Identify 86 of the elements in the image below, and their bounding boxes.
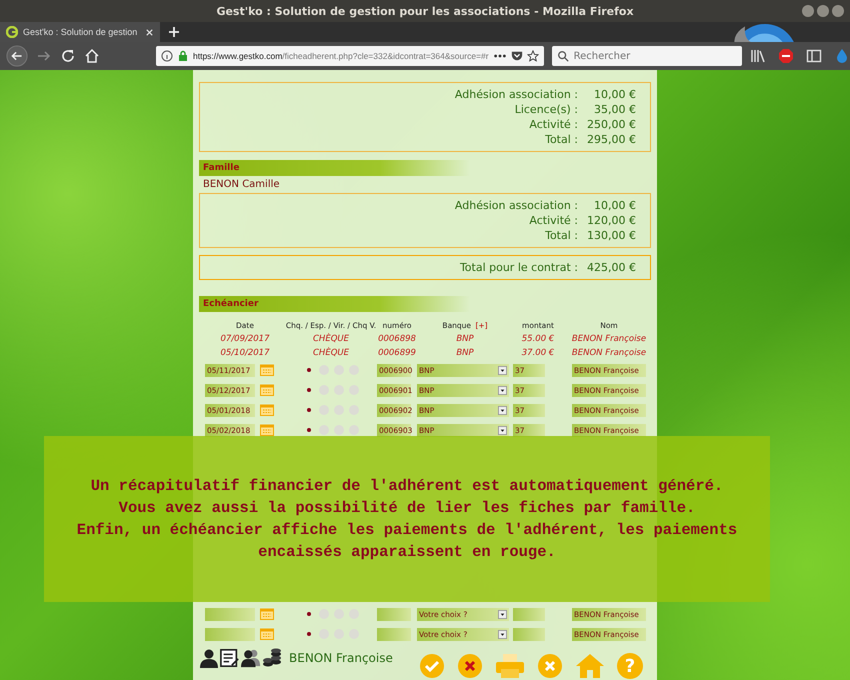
summary-amount: 250,00 € [586,117,636,132]
payment-mode: CHÈQUE [313,348,349,358]
pocket-icon[interactable] [510,50,523,62]
payment-mode-radio[interactable] [318,425,328,435]
summary-amount: 35,00 € [593,102,636,117]
summary-label: Total : [545,228,578,243]
overlay-text: Un récapitulatif financier de l'adhérent est automatiquement généré. [90,476,724,497]
date-field[interactable] [205,608,255,620]
payment-name: BENON Françoise [572,334,646,344]
summary-amount: 10,00 € [593,198,636,213]
calendar-icon[interactable] [260,384,274,396]
back-icon[interactable] [6,45,28,67]
summary-label: Licence(s) : [514,102,578,117]
payment-date: 05/10/2017 [220,348,270,358]
payment-bank: BNP [456,334,474,344]
summary-amount: 295,00 € [586,132,636,147]
calendar-icon[interactable] [260,628,274,640]
library-icon[interactable] [750,48,766,64]
dropdown-icon [498,386,507,394]
close-button[interactable] [832,5,844,17]
star-icon[interactable] [526,50,539,62]
summary-label: Adhésion association : [454,198,578,213]
calendar-icon[interactable] [260,404,274,416]
close-icon[interactable] [145,28,154,36]
payment-mode-radio[interactable] [348,425,358,435]
total-label: Total pour le contrat : [460,260,578,275]
coins-icon[interactable] [262,648,282,668]
people-icon[interactable] [241,648,261,668]
delete-button[interactable] [537,653,563,679]
summary-amount: 10,00 € [593,87,636,102]
search-icon [556,50,569,62]
url-text: https://www.gestko.com/ficheadherent.php?cle=332&idcontrat=364&source=#r [193,51,489,61]
info-icon[interactable] [161,50,173,62]
window-title: Gest'ko : Solution de gestion pour les associations - Mozilla Firefox [216,4,634,18]
date-field[interactable] [205,628,255,640]
amount-field[interactable] [513,628,545,640]
form-edit-icon[interactable] [220,648,240,668]
summary-label: Activité : [529,117,578,132]
calendar-icon[interactable] [260,424,274,436]
calendar-icon[interactable] [260,364,274,376]
member-name: BENON Françoise [289,651,393,665]
reload-icon[interactable] [60,48,76,64]
dropdown-icon [498,610,507,618]
lock-icon [177,50,189,62]
url-field[interactable]: https://www.gestko.com/ficheadherent.php?cle=332&idcontrat=364&source=#r [156,46,544,66]
minimize-button[interactable] [802,5,814,17]
calendar-icon[interactable] [260,608,274,620]
number-field[interactable] [377,628,411,640]
total-amount: 425,00 € [586,260,636,275]
adblock-icon[interactable] [778,48,794,64]
dropdown-icon [498,630,507,638]
overlay-text: Enfin, un échéancier affiche les paiements de l'adhérent, les paiements encaissés apparaissent en rouge. [76,520,738,563]
more-icon[interactable] [492,53,507,59]
new-tab-icon[interactable] [168,26,180,38]
validate-button[interactable] [419,653,445,679]
summary-amount: 120,00 € [586,213,636,228]
number-field[interactable] [377,608,411,620]
family-member-name: BENON Camille [202,178,281,192]
amount-field[interactable] [513,608,545,620]
payment-amount: 37.00 € [522,348,554,358]
summary-label: Total : [545,132,578,147]
browser-tab[interactable]: Gest'ko : Solution de gestion [0,22,160,42]
dropdown-icon [498,366,507,374]
home-icon[interactable] [84,48,100,64]
payment-amount: 55.00 € [522,334,554,344]
home-button[interactable] [575,653,605,679]
maximize-button[interactable] [817,5,829,17]
printer-button[interactable] [495,653,525,679]
search-field[interactable]: Rechercher [552,46,742,66]
sidebar-icon[interactable] [806,48,822,64]
person-icon[interactable] [199,648,219,668]
payment-mode-radio[interactable] [334,425,344,435]
payment-number: 0006899 [378,348,416,358]
payment-number: 0006898 [378,334,416,344]
site-logo-icon [6,26,18,38]
payment-date: 07/09/2017 [220,334,270,344]
payment-bank: BNP [456,348,474,358]
dropdown-icon [498,406,507,414]
cancel-button[interactable] [457,653,483,679]
dropdown-icon [498,426,507,434]
summary-amount: 130,00 € [586,228,636,243]
summary-label: Activité : [529,213,578,228]
overlay-text: Vous avez aussi la possibilité de lier les fiches par famille. [118,498,696,519]
payment-name: BENON Françoise [572,348,646,358]
summary-label: Adhésion association : [454,87,578,102]
payment-mode: CHÈQUE [313,334,349,344]
